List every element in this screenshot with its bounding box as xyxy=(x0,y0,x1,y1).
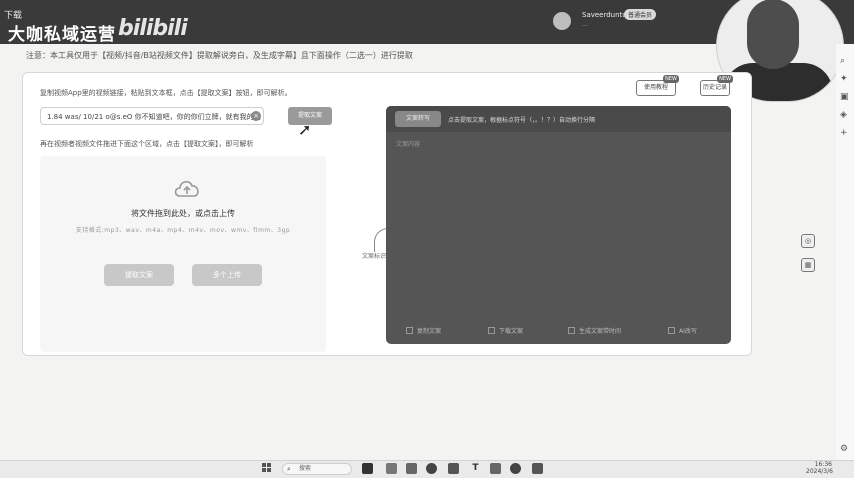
upload-extract-button[interactable]: 提取文案 xyxy=(104,264,174,286)
dropzone-formats: 支持格式:mp3、wav、m4a、mp4、m4v、mov、wmv、flmm、3g… xyxy=(75,227,291,234)
app-icon-9[interactable] xyxy=(532,463,543,474)
browser-side-rail xyxy=(836,44,854,460)
store-icon[interactable] xyxy=(448,463,459,474)
output-panel xyxy=(386,106,731,344)
copy-text-button[interactable]: 复制文案 xyxy=(406,326,441,335)
clock-time: 16:36 xyxy=(814,461,832,468)
user-name[interactable]: Saveerduntu xyxy=(582,11,627,19)
cloud-upload-icon xyxy=(174,180,199,197)
chrome-icon[interactable] xyxy=(510,463,521,474)
avatar[interactable] xyxy=(553,12,571,30)
guide-button-label: 使用教程 xyxy=(643,84,668,91)
taskbar-clock[interactable]: 16:36 2024/3/6 xyxy=(806,461,833,475)
history-new-tag: NEW xyxy=(717,75,733,83)
rail-tools-icon[interactable]: ▣ xyxy=(840,92,849,102)
taskbar-app-icon[interactable] xyxy=(362,463,373,474)
coins-widget-icon[interactable]: ◎ xyxy=(801,234,815,248)
timestamp-text-label: 生成文案带时间 xyxy=(579,328,622,335)
multi-upload-button[interactable]: 多个上传 xyxy=(192,264,262,286)
webcam-person-head xyxy=(747,0,799,69)
link-hint: 复制视频App里的视频链接，粘贴到文本框，点击【提取文案】按钮，即可解析。 xyxy=(40,89,292,97)
output-note: 点击提取文案，根据标点符号（，。！？）自动换行分隔 xyxy=(448,117,596,124)
taskbar-search[interactable]: ⌕ 搜索 xyxy=(282,463,352,475)
edge-browser-icon[interactable] xyxy=(426,463,437,474)
rail-add-icon[interactable]: + xyxy=(840,128,848,138)
clear-icon[interactable]: × xyxy=(251,111,261,121)
taskbar-search-placeholder: 搜索 xyxy=(299,465,312,472)
upload-hint: 再在视频者视频文件拖进下面这个区域，点击【提取文案】，即可解析 xyxy=(40,140,254,148)
rail-apps-icon[interactable]: ◈ xyxy=(840,110,847,120)
member-badge: 普通会员 xyxy=(624,9,657,20)
mouse-pointer-icon: ➚ xyxy=(298,120,312,139)
calendar-widget-icon[interactable]: ▦ xyxy=(801,258,815,272)
notice-text: 注意：本工具仅用于【视频/抖音/B站视频文件】提取解说旁白，及生成字幕】且下面操… xyxy=(26,51,413,60)
file-explorer-icon[interactable] xyxy=(406,463,417,474)
rail-bookmark-icon[interactable]: ✦ xyxy=(840,74,848,84)
transcribe-button[interactable]: 文案转写 xyxy=(395,111,441,127)
brand-title: 大咖私域运营 xyxy=(8,25,116,45)
edit-icon xyxy=(668,327,675,334)
link-input[interactable]: 1.84 was/ 10/21 o@s.eO 你不知道吧，你的你们立牌，就有我的… xyxy=(40,107,264,125)
ai-rewrite-button[interactable]: AI改写 xyxy=(668,326,697,335)
taskview-icon[interactable] xyxy=(386,463,397,474)
copy-icon xyxy=(406,327,413,334)
app-icon-7[interactable] xyxy=(490,463,501,474)
history-button-label: 历史记录 xyxy=(702,84,727,91)
history-button[interactable]: 历史记录 NEW xyxy=(700,75,733,96)
guide-button[interactable]: 使用教程 NEW xyxy=(636,75,679,96)
copy-text-label: 复制文案 xyxy=(417,328,442,335)
timestamp-text-button[interactable]: 生成文案带时间 xyxy=(568,326,621,335)
output-textarea[interactable]: 文案内容 xyxy=(396,139,420,148)
guide-new-tag: NEW xyxy=(663,75,679,83)
download-text-button[interactable]: 下载文案 xyxy=(488,326,523,335)
download-text-label: 下载文案 xyxy=(499,328,524,335)
download-icon xyxy=(488,327,495,334)
dropzone-title: 将文件拖到此处，或点击上传 xyxy=(131,209,235,218)
search-icon: ⌕ xyxy=(287,465,291,473)
typora-icon[interactable]: T xyxy=(470,463,481,474)
rail-settings-icon[interactable]: ⚙ xyxy=(840,444,848,454)
clock-icon xyxy=(568,327,575,334)
bilibili-logo: bilibili xyxy=(118,16,188,41)
windows-start-icon[interactable] xyxy=(262,463,272,473)
rail-search-icon[interactable]: ⌕ xyxy=(840,56,845,66)
clock-date: 2024/3/6 xyxy=(806,468,833,475)
ai-rewrite-label: AI改写 xyxy=(679,328,697,335)
user-status: ... xyxy=(582,21,588,28)
